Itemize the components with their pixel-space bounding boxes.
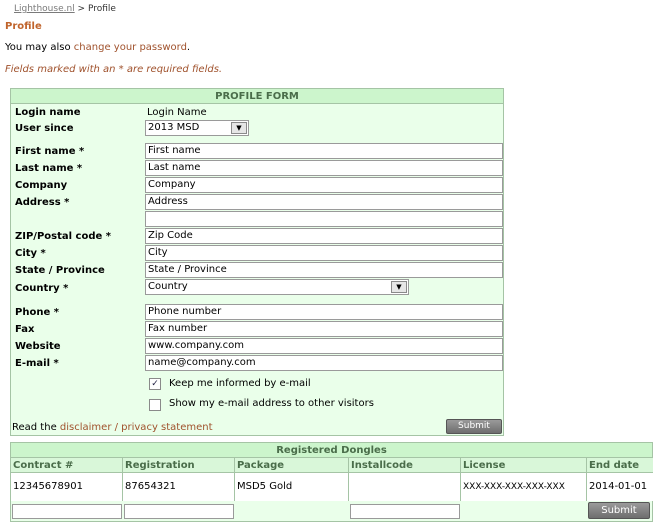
- intro-text: You may also change your password.: [5, 42, 190, 53]
- user-since-value: 2013 MSD: [148, 122, 200, 133]
- breadcrumb-home-link[interactable]: Lighthouse.nl: [14, 4, 75, 14]
- company-label: Company: [15, 180, 68, 191]
- registered-dongles-table: Registered Dongles Contract # Registrati…: [10, 442, 653, 522]
- country-label: Country *: [15, 283, 69, 294]
- country-select[interactable]: Country ▼: [145, 279, 409, 295]
- state-input[interactable]: State / Province: [145, 262, 503, 278]
- breadcrumb-separator: >: [77, 4, 86, 14]
- required-note: Fields marked with an * are required fie…: [5, 64, 223, 75]
- disclaimer-prefix: Read the: [12, 422, 60, 433]
- phone-label: Phone *: [15, 307, 59, 318]
- country-value: Country: [148, 281, 188, 292]
- profile-submit-button[interactable]: Submit: [446, 419, 502, 434]
- fax-input[interactable]: Fax number: [145, 321, 503, 337]
- keep-informed-label: Keep me informed by e-mail: [169, 378, 311, 389]
- keep-informed-checkbox[interactable]: ✓: [149, 378, 161, 390]
- profile-form: PROFILE FORM Login name Login Name User …: [10, 88, 504, 436]
- dongles-header: Registered Dongles: [11, 443, 652, 458]
- disclaimer-link[interactable]: disclaimer / privacy statement: [60, 422, 213, 433]
- change-password-link[interactable]: change your password: [74, 42, 187, 53]
- user-since-select[interactable]: 2013 MSD ▼: [145, 120, 249, 136]
- chevron-down-icon[interactable]: ▼: [391, 281, 407, 293]
- last-name-label: Last name *: [15, 163, 83, 174]
- cell-license: XXX-XXX-XXX-XXX-XXX: [461, 473, 587, 501]
- email-label: E-mail *: [15, 358, 59, 369]
- company-input[interactable]: Company: [145, 177, 503, 193]
- intro-prefix: You may also: [5, 42, 74, 53]
- show-email-checkbox[interactable]: [149, 399, 161, 411]
- column-header-end-date: End date: [587, 458, 653, 473]
- page-title: Profile: [5, 21, 42, 32]
- zip-label: ZIP/Postal code *: [15, 231, 111, 242]
- zip-input[interactable]: Zip Code: [145, 228, 503, 244]
- cell-installcode: [349, 473, 461, 501]
- profile-form-header: PROFILE FORM: [11, 89, 503, 104]
- new-registration-input[interactable]: [124, 504, 234, 519]
- intro-suffix: .: [186, 42, 191, 53]
- first-name-label: First name *: [15, 146, 85, 157]
- show-email-label: Show my e-mail address to other visitors: [169, 398, 374, 409]
- fax-label: Fax: [15, 324, 35, 335]
- address-line2-input[interactable]: [145, 211, 503, 227]
- column-header-package: Package: [235, 458, 349, 473]
- user-since-label: User since: [15, 123, 74, 134]
- checkmark-icon: ✓: [151, 379, 159, 389]
- address-input[interactable]: Address: [145, 194, 503, 210]
- website-label: Website: [15, 341, 61, 352]
- cell-end-date: 2014-01-01: [587, 473, 653, 501]
- breadcrumb: Lighthouse.nl > Profile: [14, 4, 116, 14]
- disclaimer-text: Read the disclaimer / privacy statement: [12, 422, 213, 433]
- login-name-value: Login Name: [147, 107, 207, 118]
- column-header-installcode: Installcode: [349, 458, 461, 473]
- cell-contract: 12345678901: [11, 473, 123, 501]
- state-label: State / Province: [15, 265, 105, 276]
- first-name-input[interactable]: First name: [145, 143, 503, 159]
- new-installcode-input[interactable]: [350, 504, 460, 519]
- address-label: Address *: [15, 197, 70, 208]
- city-input[interactable]: City: [145, 245, 503, 261]
- last-name-input[interactable]: Last name: [145, 160, 503, 176]
- chevron-down-icon[interactable]: ▼: [231, 122, 247, 134]
- dongle-submit-button[interactable]: Submit: [588, 502, 650, 519]
- new-contract-input[interactable]: [12, 504, 122, 519]
- login-name-label: Login name: [15, 107, 81, 118]
- cell-package: MSD5 Gold: [235, 473, 349, 501]
- breadcrumb-current: Profile: [87, 4, 116, 14]
- phone-input[interactable]: Phone number: [145, 304, 503, 320]
- column-header-license: License: [461, 458, 587, 473]
- email-input[interactable]: name@company.com: [145, 355, 503, 371]
- cell-registration: 87654321: [123, 473, 235, 501]
- city-label: City *: [15, 248, 46, 259]
- column-header-contract: Contract #: [11, 458, 123, 473]
- column-header-registration: Registration: [123, 458, 235, 473]
- website-input[interactable]: www.company.com: [145, 338, 503, 354]
